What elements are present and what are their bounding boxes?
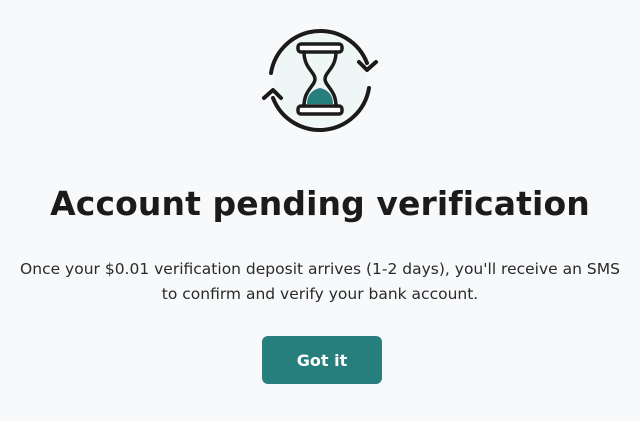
hourglass-refresh-icon <box>262 29 378 132</box>
pending-status-illustration <box>255 18 385 143</box>
pending-verification-message: Once your $0.01 verification deposit arr… <box>20 260 620 303</box>
got-it-button[interactable]: Got it <box>262 336 382 384</box>
page-title: Account pending verification <box>50 184 590 223</box>
